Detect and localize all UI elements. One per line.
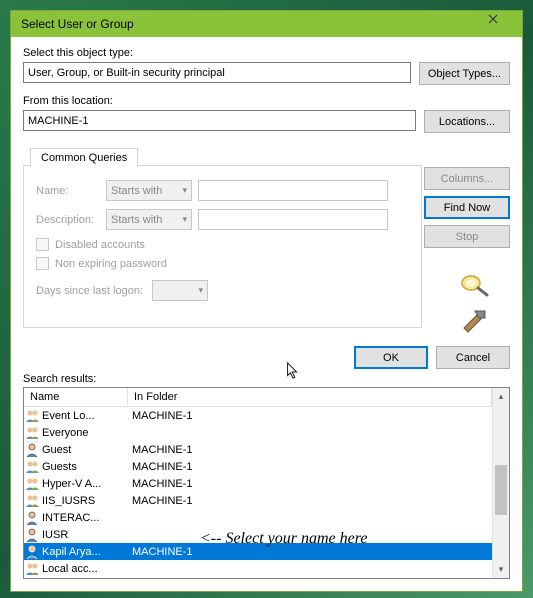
group-icon	[24, 459, 42, 475]
chevron-down-icon: ▾	[182, 214, 187, 225]
row-folder: MACHINE-1	[128, 410, 193, 422]
query-area: Common Queries Name: Starts with ▾ Descr…	[23, 143, 510, 336]
group-icon	[24, 425, 42, 441]
non-expiring-checkbox[interactable]	[36, 257, 49, 270]
chevron-down-icon: ▾	[182, 185, 187, 196]
result-row[interactable]: Hyper-V A...MACHINE-1	[24, 475, 492, 492]
close-button[interactable]	[488, 14, 516, 34]
window-title: Select User or Group	[21, 17, 134, 31]
hammer-icon	[459, 308, 489, 336]
header-folder[interactable]: In Folder	[128, 388, 492, 406]
disabled-accounts-checkbox[interactable]	[36, 238, 49, 251]
name-filter-input[interactable]	[198, 180, 388, 201]
object-type-field[interactable]	[23, 62, 411, 83]
result-row[interactable]: Event Lo...MACHINE-1	[24, 407, 492, 424]
location-label: From this location:	[23, 95, 510, 107]
row-folder: MACHINE-1	[128, 478, 193, 490]
columns-button[interactable]: Columns...	[424, 167, 510, 190]
results-rows: Event Lo...MACHINE-1EveryoneGuestMACHINE…	[24, 407, 492, 577]
dialog-body: Select this object type: Object Types...…	[11, 37, 522, 591]
row-name: Guest	[42, 444, 128, 456]
cancel-button[interactable]: Cancel	[436, 346, 510, 369]
action-buttons: OK Cancel	[23, 346, 510, 369]
row-name: IUSR	[42, 529, 128, 541]
row-name: Everyone	[42, 427, 128, 439]
locations-button[interactable]: Locations...	[424, 110, 510, 133]
scroll-up-button[interactable]: ▴	[493, 388, 509, 405]
user-icon	[24, 442, 42, 458]
row-name: Kapil Arya...	[42, 546, 128, 558]
row-name: Hyper-V A...	[42, 478, 128, 490]
desc-filter-label: Description:	[36, 214, 100, 226]
non-expiring-label: Non expiring password	[55, 258, 167, 270]
user-icon	[24, 544, 42, 560]
disabled-accounts-label: Disabled accounts	[55, 239, 145, 251]
name-filter-label: Name:	[36, 185, 100, 197]
days-since-label: Days since last logon:	[36, 285, 146, 297]
scroll-down-button[interactable]: ▾	[493, 561, 509, 578]
close-icon	[488, 14, 498, 24]
name-match-combo[interactable]: Starts with ▾	[106, 180, 192, 201]
group-icon	[24, 408, 42, 424]
user-icon	[24, 510, 42, 526]
row-name: Local acc...	[42, 563, 128, 575]
location-field[interactable]	[23, 110, 416, 131]
user-icon	[24, 527, 42, 543]
object-type-label: Select this object type:	[23, 47, 510, 59]
results-header: Name In Folder	[24, 388, 492, 407]
result-row[interactable]: Local acc...	[24, 560, 492, 577]
annotation-text: <-- Select your name here	[200, 530, 367, 548]
row-folder: MACHINE-1	[128, 546, 193, 558]
result-row[interactable]: GuestMACHINE-1	[24, 441, 492, 458]
desc-filter-input[interactable]	[198, 209, 388, 230]
row-folder: MACHINE-1	[128, 495, 193, 507]
find-now-button[interactable]: Find Now	[424, 196, 510, 219]
dialog-window: Select User or Group Select this object …	[10, 10, 523, 592]
row-name: Guests	[42, 461, 128, 473]
ok-button[interactable]: OK	[354, 346, 428, 369]
search-icon	[457, 272, 491, 298]
search-results-label: Search results:	[23, 373, 510, 385]
days-since-combo[interactable]: ▾	[152, 280, 208, 301]
results-scrollbar[interactable]: ▴ ▾	[492, 388, 509, 578]
group-icon	[24, 476, 42, 492]
row-name: Event Lo...	[42, 410, 128, 422]
desc-match-combo[interactable]: Starts with ▾	[106, 209, 192, 230]
row-name: IIS_IUSRS	[42, 495, 128, 507]
row-folder: MACHINE-1	[128, 444, 193, 456]
group-icon	[24, 561, 42, 577]
result-row[interactable]: GuestsMACHINE-1	[24, 458, 492, 475]
row-name: INTERAC...	[42, 512, 128, 524]
scroll-track[interactable]	[493, 405, 509, 561]
object-types-button[interactable]: Object Types...	[419, 62, 510, 85]
tab-common-queries[interactable]: Common Queries	[30, 148, 138, 168]
group-icon	[24, 493, 42, 509]
result-row[interactable]: IIS_IUSRSMACHINE-1	[24, 492, 492, 509]
search-results: Name In Folder Event Lo...MACHINE-1Every…	[23, 387, 510, 579]
row-folder: MACHINE-1	[128, 461, 193, 473]
chevron-down-icon: ▾	[198, 285, 203, 296]
scroll-thumb[interactable]	[495, 465, 507, 515]
result-row[interactable]: INTERAC...	[24, 509, 492, 526]
titlebar: Select User or Group	[11, 11, 522, 37]
common-queries-panel: Common Queries Name: Starts with ▾ Descr…	[23, 165, 422, 328]
result-row[interactable]: Everyone	[24, 424, 492, 441]
stop-button[interactable]: Stop	[424, 225, 510, 248]
header-name[interactable]: Name	[24, 388, 128, 406]
